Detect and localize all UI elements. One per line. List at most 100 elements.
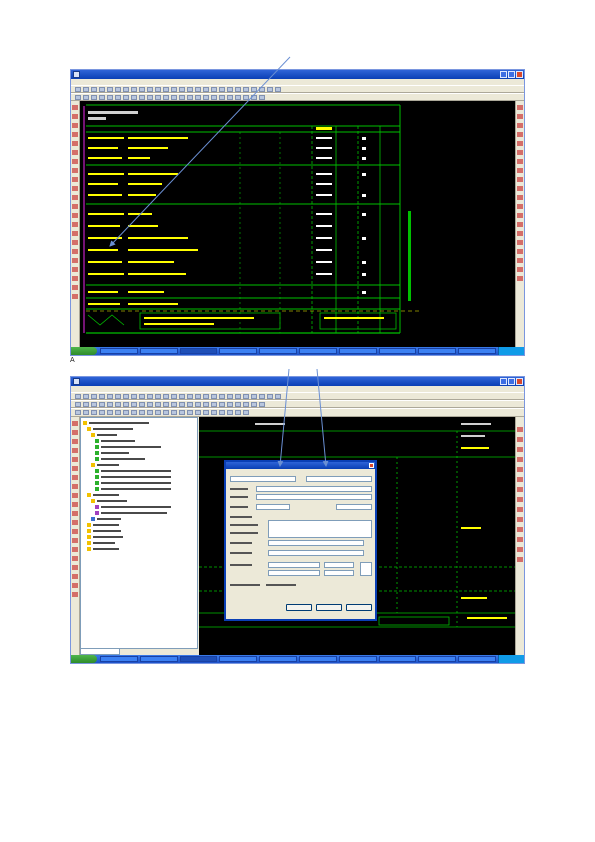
tool-palette-icon[interactable]	[517, 150, 523, 155]
toolbar-button[interactable]	[219, 410, 225, 415]
tool-palette-icon[interactable]	[72, 502, 78, 507]
task-button[interactable]	[298, 656, 337, 662]
tool-palette-icon[interactable]	[72, 177, 78, 182]
toolbar-button[interactable]	[163, 402, 169, 407]
toolbar-button[interactable]	[179, 87, 185, 92]
toolbar-button[interactable]	[195, 410, 201, 415]
tool-palette-icon[interactable]	[517, 457, 523, 462]
drawing-canvas[interactable]	[80, 101, 515, 347]
tool-palette-icon[interactable]	[72, 249, 78, 254]
tool-palette-icon[interactable]	[517, 497, 523, 502]
window-close-icon[interactable]	[516, 71, 523, 78]
tool-palette-icon[interactable]	[72, 556, 78, 561]
tool-palette-icon[interactable]	[517, 231, 523, 236]
tool-palette-icon[interactable]	[517, 168, 523, 173]
toolbar-button[interactable]	[139, 95, 145, 100]
toolbar-button[interactable]	[163, 87, 169, 92]
toolbar-button[interactable]	[123, 394, 129, 399]
maximize-icon[interactable]	[508, 378, 515, 385]
toolbar-button[interactable]	[131, 410, 137, 415]
toolbar-button[interactable]	[91, 95, 97, 100]
toolbar-button[interactable]	[251, 95, 257, 100]
toolbar-button[interactable]	[115, 394, 121, 399]
toolbar-button[interactable]	[83, 410, 89, 415]
tool-palette-icon[interactable]	[72, 150, 78, 155]
toolbar-button[interactable]	[155, 410, 161, 415]
tool-palette-icon[interactable]	[72, 159, 78, 164]
toolbar-button[interactable]	[147, 402, 153, 407]
task-button[interactable]	[338, 656, 377, 662]
window-close-icon[interactable]	[516, 378, 523, 385]
tool-palette-icon[interactable]	[72, 448, 78, 453]
tool-palette-icon[interactable]	[517, 213, 523, 218]
toolbar-button[interactable]	[75, 95, 81, 100]
task-button[interactable]	[139, 656, 178, 662]
tool-palette-icon[interactable]	[517, 557, 523, 562]
option-field[interactable]	[324, 570, 354, 576]
toolbar-button[interactable]	[99, 410, 105, 415]
toolbar-button[interactable]	[219, 95, 225, 100]
toolbar-button[interactable]	[147, 394, 153, 399]
toolbar-button[interactable]	[139, 410, 145, 415]
notes-area[interactable]	[268, 520, 372, 538]
tool-palette-icon[interactable]	[72, 114, 78, 119]
task-button[interactable]	[259, 348, 297, 354]
dialog-dropdown[interactable]	[306, 476, 372, 482]
tool-palette-icon[interactable]	[517, 177, 523, 182]
toolbar-button[interactable]	[195, 87, 201, 92]
toolbar-button[interactable]	[187, 394, 193, 399]
toolbar-button[interactable]	[171, 95, 177, 100]
option-field[interactable]	[268, 570, 320, 576]
tool-palette-icon[interactable]	[72, 493, 78, 498]
toolbar-button[interactable]	[211, 394, 217, 399]
tool-palette-icon[interactable]	[517, 240, 523, 245]
toolbar-button[interactable]	[115, 87, 121, 92]
toolbar-button[interactable]	[147, 410, 153, 415]
tool-palette-icon[interactable]	[72, 231, 78, 236]
toolbar-button[interactable]	[251, 394, 257, 399]
tool-palette-icon[interactable]	[72, 213, 78, 218]
toolbar-button[interactable]	[171, 394, 177, 399]
task-button[interactable]	[100, 348, 138, 354]
tool-palette-icon[interactable]	[517, 141, 523, 146]
toolbar-button[interactable]	[219, 394, 225, 399]
toolbar-button[interactable]	[91, 410, 97, 415]
toolbar-button[interactable]	[267, 87, 273, 92]
toolbar-button[interactable]	[195, 394, 201, 399]
toolbar-button[interactable]	[243, 87, 249, 92]
toolbar-button[interactable]	[203, 402, 209, 407]
toolbar-button[interactable]	[275, 394, 281, 399]
toolbar-button[interactable]	[235, 410, 241, 415]
toolbar-button[interactable]	[123, 410, 129, 415]
toolbar-1[interactable]	[71, 392, 524, 400]
toolbar-button[interactable]	[211, 410, 217, 415]
toolbar-button[interactable]	[235, 95, 241, 100]
task-button[interactable]	[179, 656, 218, 662]
tool-palette-icon[interactable]	[72, 195, 78, 200]
toolbar-button[interactable]	[235, 87, 241, 92]
toolbar-2[interactable]	[71, 93, 524, 101]
minimize-icon[interactable]	[500, 71, 507, 78]
value-field[interactable]	[256, 504, 290, 510]
toolbar-button[interactable]	[91, 87, 97, 92]
toolbar-button[interactable]	[163, 95, 169, 100]
toolbar-button[interactable]	[107, 410, 113, 415]
toolbar-button[interactable]	[259, 402, 265, 407]
tool-palette-icon[interactable]	[517, 222, 523, 227]
tool-palette-icon[interactable]	[517, 132, 523, 137]
tool-palette-icon[interactable]	[517, 267, 523, 272]
toolbar-button[interactable]	[155, 402, 161, 407]
toolbar-button[interactable]	[131, 394, 137, 399]
tool-palette-icon[interactable]	[517, 258, 523, 263]
tool-palette-icon[interactable]	[72, 294, 78, 299]
toolbar-button[interactable]	[227, 87, 233, 92]
toolbar-button[interactable]	[91, 402, 97, 407]
tool-palette-icon[interactable]	[517, 477, 523, 482]
task-button[interactable]	[219, 656, 258, 662]
tool-palette-icon[interactable]	[517, 159, 523, 164]
tool-palette-icon[interactable]	[72, 421, 78, 426]
toolbar-button[interactable]	[203, 410, 209, 415]
task-button[interactable]	[219, 348, 258, 354]
tool-palette-icon[interactable]	[517, 186, 523, 191]
tool-palette-icon[interactable]	[517, 537, 523, 542]
